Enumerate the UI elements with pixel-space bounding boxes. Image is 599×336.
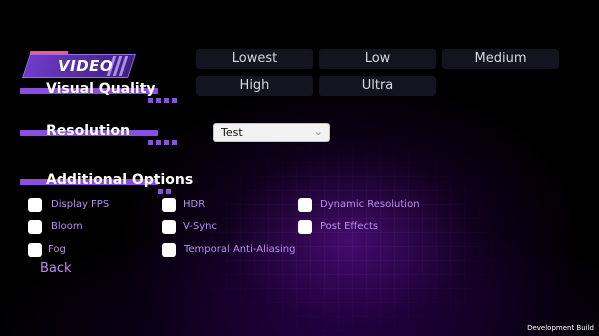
quality-option-low[interactable]: Low <box>319 49 436 69</box>
checkbox-dynamic-resolution[interactable] <box>298 198 312 212</box>
badge-accent-line <box>29 51 69 54</box>
checkbox-fog[interactable] <box>28 243 42 257</box>
quality-option-ultra[interactable]: Ultra <box>319 76 436 96</box>
checkbox-label-post-effects: Post Effects <box>320 221 379 232</box>
checkbox-temporal-anti-aliasing[interactable] <box>162 243 176 257</box>
quality-option-lowest[interactable]: Lowest <box>196 49 313 69</box>
visual-quality-label: Visual Quality <box>46 81 156 97</box>
checkbox-hdr[interactable] <box>162 198 176 212</box>
resolution-dropdown[interactable]: Test ⌄ <box>213 123 330 142</box>
checkbox-label-fog: Fog <box>48 244 66 255</box>
quality-option-medium[interactable]: Medium <box>442 49 559 69</box>
checkbox-label-temporal-anti-aliasing: Temporal Anti-Aliasing <box>184 244 296 255</box>
video-header-badge: VIDEO <box>22 51 136 78</box>
checkbox-bloom[interactable] <box>28 220 42 234</box>
chevron-down-icon: ⌄ <box>313 125 323 138</box>
resolution-label: Resolution <box>46 123 131 139</box>
section-dots <box>158 179 174 198</box>
checkbox-display-fps[interactable] <box>28 198 42 212</box>
checkbox-label-bloom: Bloom <box>51 221 83 232</box>
checkbox-label-v-sync: V-Sync <box>183 221 217 232</box>
page-title: VIDEO <box>58 57 114 75</box>
resolution-selected-value: Test <box>221 126 243 139</box>
checkbox-v-sync[interactable] <box>162 220 176 234</box>
checkbox-label-dynamic-resolution: Dynamic Resolution <box>320 199 420 210</box>
section-dots <box>148 130 180 149</box>
checkbox-post-effects[interactable] <box>298 220 312 234</box>
development-build-label: Development Build <box>527 324 594 332</box>
checkbox-label-display-fps: Display FPS <box>51 199 110 210</box>
section-dots <box>148 88 180 107</box>
checkbox-label-hdr: HDR <box>183 199 206 210</box>
back-button[interactable]: Back <box>40 261 72 276</box>
quality-option-high[interactable]: High <box>196 76 313 96</box>
